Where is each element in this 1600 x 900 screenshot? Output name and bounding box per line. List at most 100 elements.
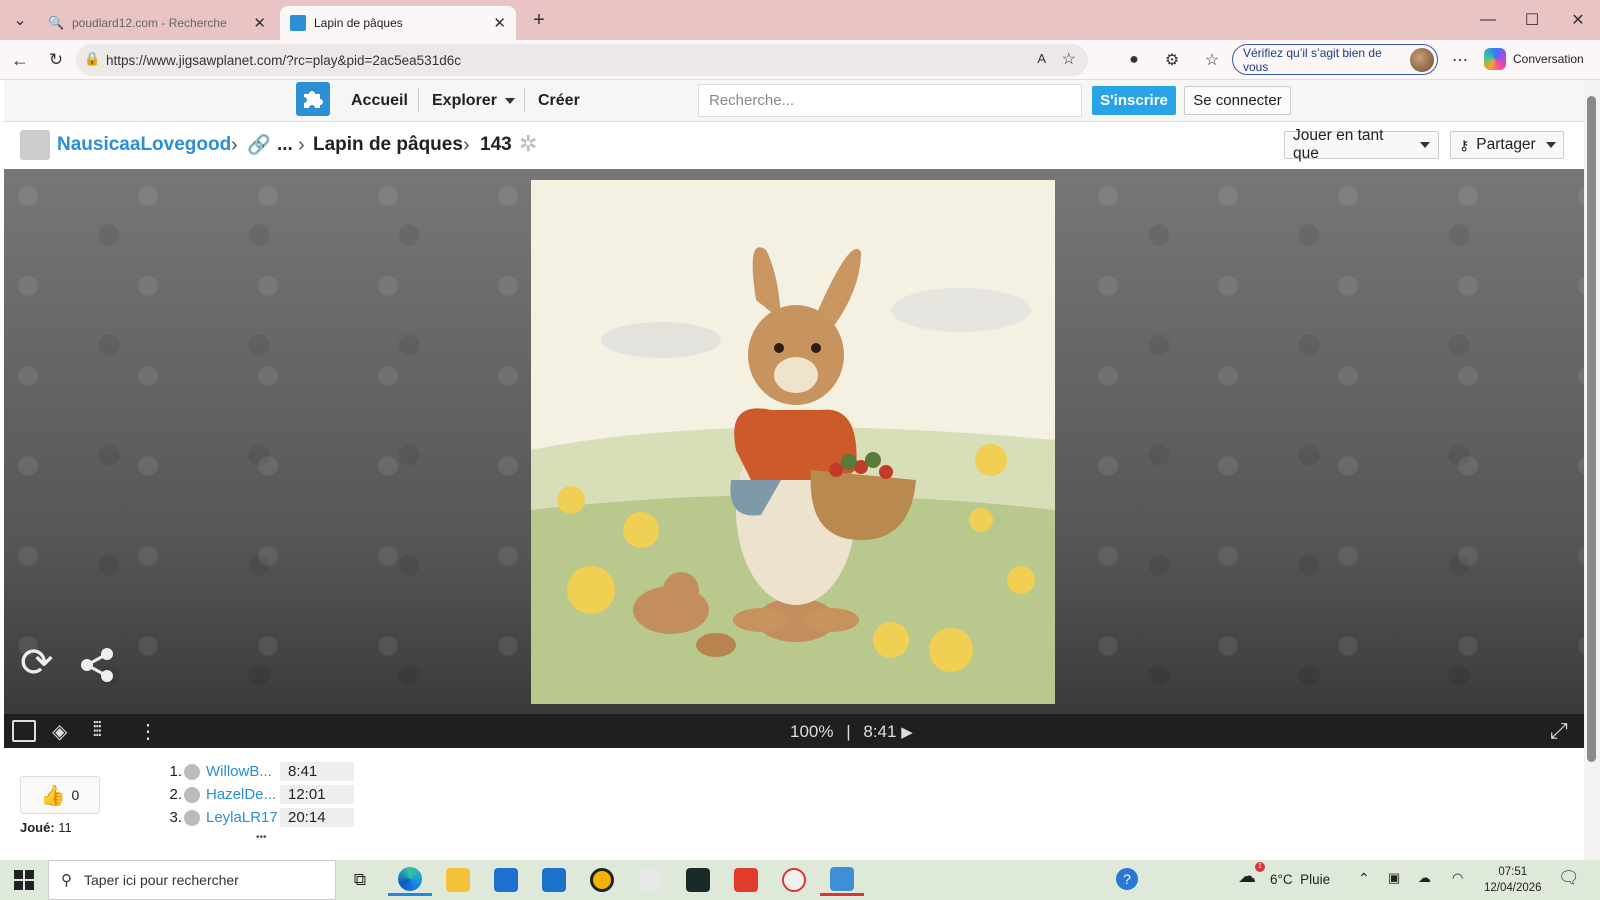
tray-cloud-icon[interactable]: ☁ [1418,870,1431,886]
rank: 2. [169,786,182,803]
user-avatar-icon [184,809,200,826]
timer: 8:41 [863,722,897,741]
chevron-up-icon[interactable]: ⌃ [1358,870,1370,887]
taskbar-clock[interactable]: 07:51 12/04/2026 [1484,864,1542,896]
browser-essentials-icon[interactable]: ● [1122,48,1146,72]
address-input[interactable]: 🔒 https://www.jigsawplanet.com/?rc=play&… [76,44,1088,76]
new-tab-icon[interactable]: + [527,8,551,32]
copilot-icon [1484,48,1506,70]
site-search-input[interactable]: Recherche... [698,84,1082,117]
hp-icon[interactable] [628,864,672,896]
rotate-icon[interactable]: ⟳ [20,642,62,684]
leaderboard-row: 3. LeylaLR17 20:14 [168,808,354,827]
username-link[interactable]: LeylaLR17 [206,809,280,826]
notifications-icon[interactable]: 🗨 [1558,868,1580,888]
chevron-down-icon [1545,142,1556,148]
solve-time: 20:14 [280,808,354,827]
search-icon: ⚲ [61,872,72,889]
like-count: 0 [71,787,80,803]
maximize-icon[interactable]: ☐ [1520,8,1544,32]
back-icon[interactable]: ← [8,48,32,72]
norton-icon[interactable] [580,864,624,896]
easter-rabbit-illustration [531,180,1055,704]
tab-lapin[interactable]: Lapin de pâques ✕ [280,6,516,40]
more-menu-icon[interactable]: ⋯ [1448,48,1472,72]
play-icon[interactable]: ▶ [901,724,913,741]
outlook-icon[interactable] [532,864,576,896]
media-app-icon[interactable] [676,864,720,896]
refresh-icon[interactable]: ↻ [44,48,68,72]
grid-icon[interactable]: ⁞⁞⁞ [92,719,103,742]
extensions-icon[interactable]: ⚙ [1160,48,1184,72]
thumbs-up-icon: 👍 [40,784,66,807]
tray-device-icon[interactable]: ▣ [1388,870,1400,886]
favorites-icon[interactable]: ☆ [1200,48,1224,72]
nav-explore-dropdown[interactable]: Explorer [432,92,515,110]
store-icon[interactable] [484,864,528,896]
solve-time: 12:01 [280,785,354,804]
puzzle-title: Lapin de pâques [313,134,463,155]
ghost-image-icon[interactable]: ◈ [52,719,67,744]
window-close-icon[interactable]: ✕ [1566,8,1590,32]
played-stat: Joué: 11 [20,820,72,835]
puzzle-image[interactable] [531,180,1055,704]
breadcrumb-user-link[interactable]: NausicaaLovegood [57,134,231,156]
jigsaw-favicon-icon [290,15,306,31]
weather-icon[interactable]: ☁ [1238,866,1256,887]
profile-verify-button[interactable]: Vérifiez qu’il s’agit bien de vous [1232,44,1438,75]
breadcrumb-ellipsis[interactable]: ... [277,134,293,156]
share-label: Partager [1476,136,1536,153]
chevron-right-icon: › [463,134,470,156]
copilot-button[interactable]: Conversation [1484,48,1584,70]
show-image-icon[interactable] [12,720,36,742]
signup-button[interactable]: S'inscrire [1092,86,1176,115]
tab-label: poudlard12.com - Recherche [72,16,227,30]
scrollbar-thumb[interactable] [1587,96,1596,762]
security-app-icon[interactable] [724,864,768,896]
taskbar-search-input[interactable]: ⚲ Taper ici pour rechercher [48,860,336,900]
link-icon[interactable]: 🔗 [247,133,271,157]
copilot-label: Conversation [1513,52,1584,66]
tab-list-chevron-icon[interactable]: ⌄ [8,8,32,32]
notification-badge: 1 [1255,862,1265,872]
remote-app-icon[interactable] [820,864,864,896]
share-icon: ⚷ [1459,136,1470,153]
like-button[interactable]: 👍 0 [20,776,100,814]
site-info-icon[interactable]: 🔒 [84,51,100,67]
username-link[interactable]: HazelDe... [206,786,280,803]
leaderboard-row: 1. WillowB... 8:41 [168,762,354,781]
user-avatar-icon [184,786,200,803]
jigsawplanet-logo[interactable] [296,82,330,116]
nav-divider [524,88,525,112]
username-link[interactable]: WillowB... [206,763,280,780]
more-options-icon[interactable]: ⋮ [138,719,158,744]
leaderboard-more-link[interactable]: ••• [256,832,267,843]
close-icon[interactable]: ✕ [253,14,266,32]
fullscreen-icon[interactable]: ⤢ [1550,718,1568,744]
nav-home-link[interactable]: Accueil [351,92,408,110]
favorite-star-icon[interactable]: ☆ [1062,49,1076,69]
read-aloud-icon[interactable]: A [1037,51,1046,66]
played-label: Joué: [20,820,55,835]
login-button[interactable]: Se connecter [1184,86,1291,115]
chevron-down-icon [504,98,515,104]
wifi-icon[interactable]: ◠ [1452,870,1463,886]
close-icon[interactable]: ✕ [493,14,506,32]
share-dropdown[interactable]: ⚷ Partager [1450,131,1564,159]
play-as-dropdown[interactable]: Jouer en tant que [1284,127,1439,162]
minimize-icon[interactable]: — [1476,8,1500,32]
user-avatar-icon[interactable] [20,130,50,160]
app-icon[interactable] [772,864,816,896]
nav-create-link[interactable]: Créer [538,92,580,110]
taskbar-search-placeholder: Taper ici pour rechercher [84,872,239,888]
edge-taskbar-icon[interactable] [388,864,432,896]
help-icon[interactable]: ? [1116,868,1138,890]
tab-poudlard[interactable]: 🔍 poudlard12.com - Recherche ✕ [38,6,276,40]
windows-start-icon[interactable] [14,870,34,890]
weather-text[interactable]: 6°C Pluie [1270,872,1330,887]
tab-label: Lapin de pâques [314,16,403,30]
file-explorer-icon[interactable] [436,864,480,896]
share-icon[interactable] [78,646,118,686]
task-view-icon[interactable]: ⧉ [338,864,382,896]
search-placeholder: Recherche... [709,92,795,109]
